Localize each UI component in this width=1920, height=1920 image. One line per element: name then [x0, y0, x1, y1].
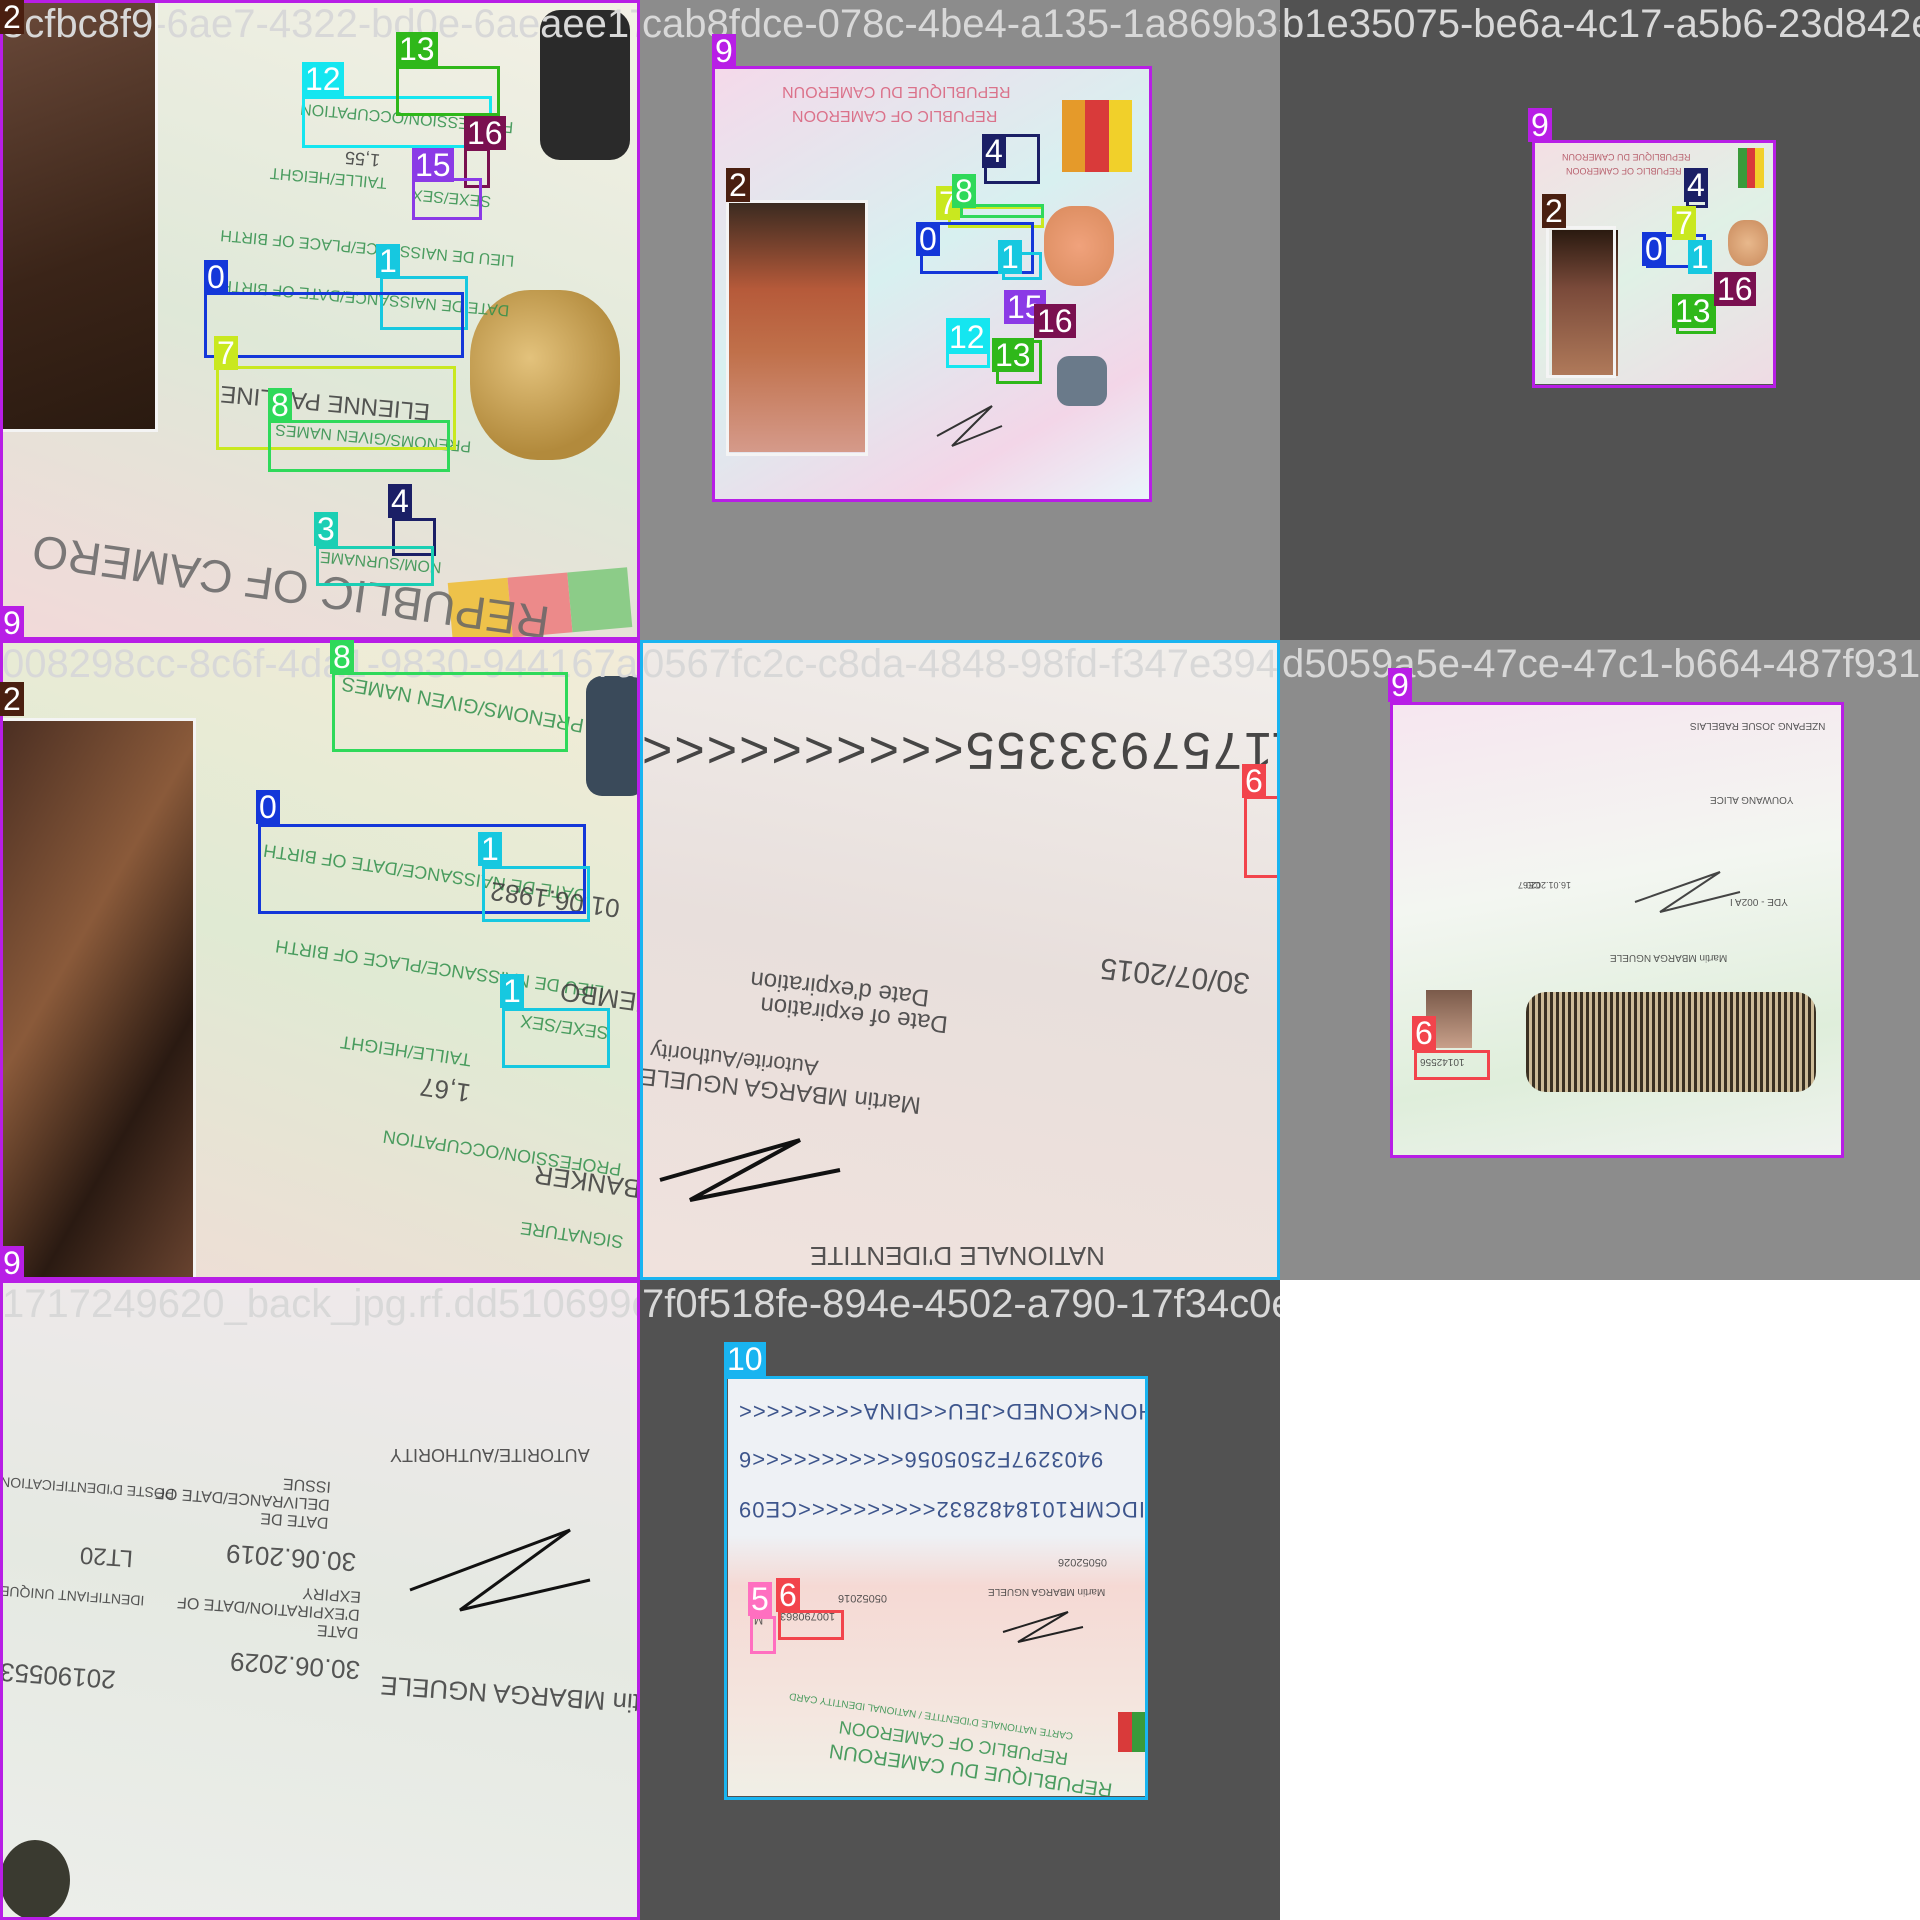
bbox-label-2: 2	[726, 168, 750, 202]
bbox-label-2: 2	[0, 0, 24, 34]
bbox-label-9: 9	[0, 606, 24, 640]
bbox-label-1: 1	[376, 244, 400, 278]
bbox-label-6: 6	[1242, 764, 1266, 798]
bbox-6	[1414, 1050, 1490, 1080]
bbox-label-8: 8	[330, 640, 354, 674]
bbox-5	[750, 1616, 776, 1654]
bbox-label-13: 13	[396, 32, 438, 66]
bbox-label-0: 0	[916, 222, 940, 256]
bbox-label-12: 12	[946, 320, 988, 354]
bbox-label-9: 9	[1528, 108, 1552, 142]
bbox-2	[1546, 226, 1616, 378]
bbox-label-1: 1	[998, 240, 1022, 274]
bbox-label-12: 12	[302, 62, 344, 96]
tile-filename: 7f0f518fe-894e-4502-a790-17f34c0e5580-ba…	[642, 1282, 1280, 1326]
bbox-label-1: 1	[500, 974, 524, 1008]
bbox-label-4: 4	[388, 484, 412, 518]
bbox-label-1: 1	[1688, 240, 1712, 274]
bbox-label-16: 16	[464, 116, 506, 150]
mosaic-tile-7: AUTORITE/AUTHORITY DATE DE DELIVRANCE/DA…	[0, 1280, 640, 1920]
bbox-label-16: 16	[1714, 272, 1756, 306]
bbox-label-0: 0	[1642, 232, 1666, 266]
bbox-label-13: 13	[1672, 294, 1714, 328]
bbox-label-1: 1	[478, 832, 502, 866]
bbox-label-8: 8	[952, 174, 976, 208]
mosaic-tile-3: REPUBLIQUE DU CAMEROUN REPUBLIC OF CAMER…	[1280, 0, 1920, 640]
bbox-label-2: 2	[1542, 194, 1566, 228]
mosaic-tile-2: REPUBLIQUE DU CAMEROUN REPUBLIC OF CAMER…	[640, 0, 1280, 640]
bbox-label-7: 7	[1672, 206, 1696, 240]
bbox-label-0: 0	[256, 790, 280, 824]
bbox-9	[1390, 702, 1844, 1158]
bbox-label-15: 15	[412, 148, 454, 182]
tile-filename: d5059a5e-47ce-47c1-b664-487f9310c	[1282, 642, 1920, 686]
bbox-9	[0, 640, 640, 1280]
tile-filename: cab8fdce-078c-4be4-a135-1a869b33bea3-fr	[642, 2, 1280, 46]
bbox-label-0: 0	[204, 260, 228, 294]
bbox-label-5: 5	[748, 1582, 772, 1616]
bbox-label-8: 8	[268, 388, 292, 422]
mosaic-tile-6: NZEPANG JOSUE RABELAIS YOUWANG ALICE CE6…	[1280, 640, 1920, 1280]
bbox-6	[778, 1610, 844, 1640]
bbox-label-3: 3	[314, 512, 338, 546]
bbox-9	[0, 1280, 640, 1920]
bbox-label-4: 4	[1684, 168, 1708, 202]
bbox-label-13: 13	[992, 338, 1034, 372]
bbox-label-9: 9	[712, 34, 736, 68]
bbox-label-9: 9	[0, 1246, 24, 1280]
bbox-label-6: 6	[1412, 1016, 1436, 1050]
bbox-label-4: 4	[982, 134, 1006, 168]
bbox-label-10: 10	[724, 1342, 766, 1376]
mosaic-tile-4: PRENOMS/GIVEN NAMES DATE DE NAISSANCE/DA…	[0, 640, 640, 1280]
mosaic-tile-1: REPUBLIC OF CAMERO NOM/SURNAME PRENOMS/G…	[0, 0, 640, 640]
bbox-10	[640, 640, 1280, 1280]
tile-filename: b1e35075-be6a-4c17-a5b6-23d842e6	[1282, 2, 1920, 46]
bbox-label-16: 16	[1034, 304, 1076, 338]
mosaic-tile-5: <<11757933355<<<<<<<<<< 30/07/2015 Date …	[640, 640, 1280, 1280]
bbox-label-2: 2	[0, 682, 24, 716]
mosaic-tile-8: IDCMR1018482832<<<<<<<<<<CE09 9403297F25…	[640, 1280, 1280, 1920]
bbox-label-6: 6	[776, 1578, 800, 1612]
bbox-label-9: 9	[1388, 668, 1412, 702]
bbox-2	[726, 200, 868, 456]
bbox-label-7: 7	[214, 336, 238, 370]
